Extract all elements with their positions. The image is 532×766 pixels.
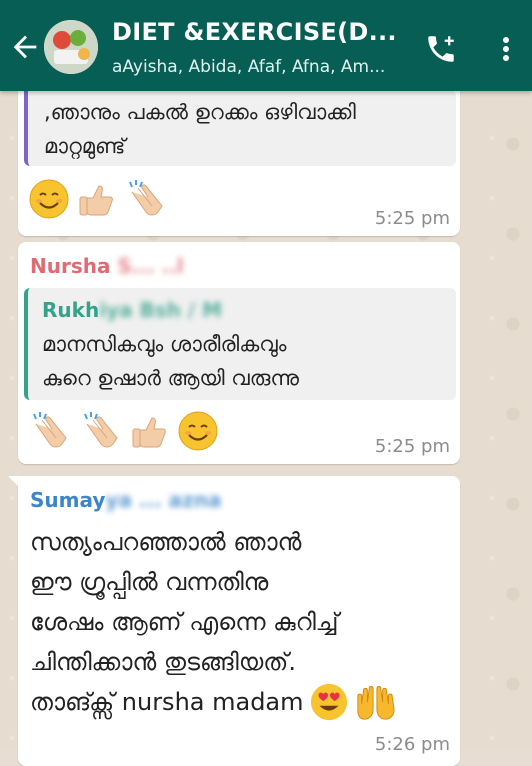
message-bubble[interactable]: ,ഞാനും പകൽ ഉറക്കം ഒഴിവാക്കി മാറ്റമുണ്ട് … xyxy=(18,70,460,236)
message-timestamp: 5:26 pm xyxy=(374,734,450,755)
clapping-hands-icon xyxy=(33,412,67,448)
group-avatar[interactable] xyxy=(44,20,98,74)
message-text-line: ചിന്തിക്കാൻ തുടങ്ങിയത്. xyxy=(30,648,296,676)
message-text-line: സത്യംപറഞ്ഞാൽ ഞാൻ xyxy=(30,528,302,556)
quoted-message[interactable]: ,ഞാനും പകൽ ഉറക്കം ഒഴിവാക്കി മാറ്റമുണ്ട് xyxy=(24,90,456,166)
participants-list[interactable]: aAyisha, Abida, Afaf, Afna, Am... xyxy=(112,57,412,77)
emoji-row xyxy=(28,410,221,451)
add-call-icon[interactable] xyxy=(424,32,458,66)
more-vert-icon[interactable] xyxy=(496,33,516,65)
sender-name: Nursha S... ..l xyxy=(30,254,184,278)
smiling-face-icon xyxy=(178,411,218,451)
heart-eyes-icon xyxy=(310,683,347,721)
quoted-sender: Rukhiya Bsh / M xyxy=(42,298,223,322)
message-text-line: ഈ ഗ്രൂപ്പിൽ വന്നതിനു xyxy=(30,568,269,596)
clapping-hands-icon xyxy=(84,412,118,448)
clapping-hands-icon xyxy=(129,180,163,216)
thumbs-up-icon xyxy=(132,417,167,448)
message-timestamp: 5:25 pm xyxy=(374,208,450,229)
sender-name: Sumayya ... azna xyxy=(30,488,222,512)
message-text-line: താങ്ക്സ് nursha madam xyxy=(30,688,304,716)
message-last-line: താങ്ക്സ് nursha madam xyxy=(30,680,396,724)
message-timestamp: 5:25 pm xyxy=(374,436,450,457)
quoted-message[interactable]: Rukhiya Bsh / M മാനസികവും ശാരീരികവും കുറ… xyxy=(24,288,456,400)
smiling-face-icon xyxy=(29,179,69,219)
back-arrow-icon[interactable] xyxy=(8,30,42,64)
thumbs-up-icon xyxy=(79,185,113,216)
chat-header: DIET &EXERCISE(D... aAyisha, Abida, Afaf… xyxy=(0,0,532,91)
message-bubble[interactable]: Nursha S... ..l Rukhiya Bsh / M മാനസികവു… xyxy=(18,242,460,464)
message-bubble[interactable]: Sumayya ... azna സത്യംപറഞ്ഞാൽ ഞാൻ ഈ ഗ്രൂ… xyxy=(18,476,460,766)
quoted-text-line: മാറ്റമുണ്ട് xyxy=(44,134,126,158)
emoji-row xyxy=(28,178,170,219)
open-hands-icon xyxy=(357,686,395,720)
quoted-text-line: കുറെ ഉഷാർ ആയി വരുന്നു xyxy=(42,366,299,390)
message-text-line: ശേഷം ആണ് എന്നെ കുറിച്ച് xyxy=(30,608,339,636)
quoted-text-line: മാനസികവും ശാരീരികവും xyxy=(42,332,287,356)
quoted-text-line: ,ഞാനും പകൽ ഉറക്കം ഒഴിവാക്കി xyxy=(44,100,356,124)
chat-title[interactable]: DIET &EXERCISE(D... xyxy=(112,18,402,46)
